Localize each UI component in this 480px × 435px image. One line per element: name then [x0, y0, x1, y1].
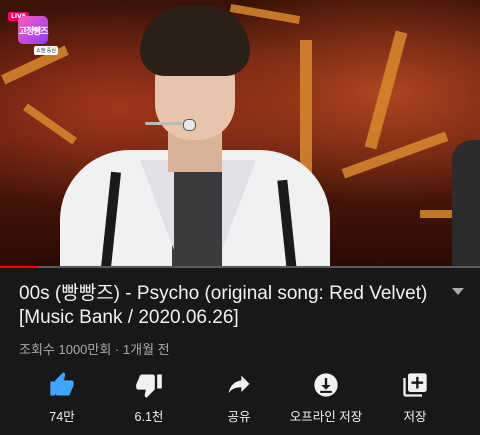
share-button[interactable]: 공유	[194, 365, 284, 427]
action-bar: 74만 6.1천 공유 오프라인 저장 저장	[0, 365, 480, 427]
thumbs-down-icon	[136, 374, 162, 398]
video-title[interactable]: 00s (빵빵즈) - Psycho (original song: Red V…	[19, 282, 439, 330]
video-player[interactable]: LIVE 고정빵즈 쇼챔 중심	[0, 0, 480, 268]
lapel-right	[222, 160, 256, 250]
thumbs-up-icon	[50, 372, 74, 396]
share-label: 공유	[227, 410, 251, 424]
chevron-down-icon[interactable]	[452, 288, 464, 295]
shirt	[172, 168, 222, 268]
hair	[140, 6, 250, 76]
show-logo-mark: 고정빵즈	[18, 16, 49, 44]
download-label: 오프라인 저장	[289, 410, 363, 424]
like-count: 74만	[49, 410, 75, 424]
playlist-add-icon	[403, 373, 427, 397]
lapel-left	[140, 160, 174, 250]
other-performer	[452, 140, 480, 268]
dislike-count: 6.1천	[134, 410, 164, 424]
download-button[interactable]: 오프라인 저장	[281, 365, 371, 427]
share-icon	[228, 375, 250, 394]
like-button[interactable]: 74만	[17, 365, 107, 427]
save-label: 저장	[403, 410, 427, 424]
download-icon	[314, 373, 338, 397]
video-details: 00s (빵빵즈) - Psycho (original song: Red V…	[0, 270, 480, 435]
progress-bar[interactable]	[0, 266, 480, 268]
headset-mic	[183, 119, 196, 131]
save-button[interactable]: 저장	[370, 365, 460, 427]
performer	[50, 0, 330, 268]
progress-fill	[0, 266, 39, 268]
video-meta: 조회수 1000만회 · 1개월 전	[19, 342, 170, 357]
dislike-button[interactable]: 6.1천	[104, 365, 194, 427]
